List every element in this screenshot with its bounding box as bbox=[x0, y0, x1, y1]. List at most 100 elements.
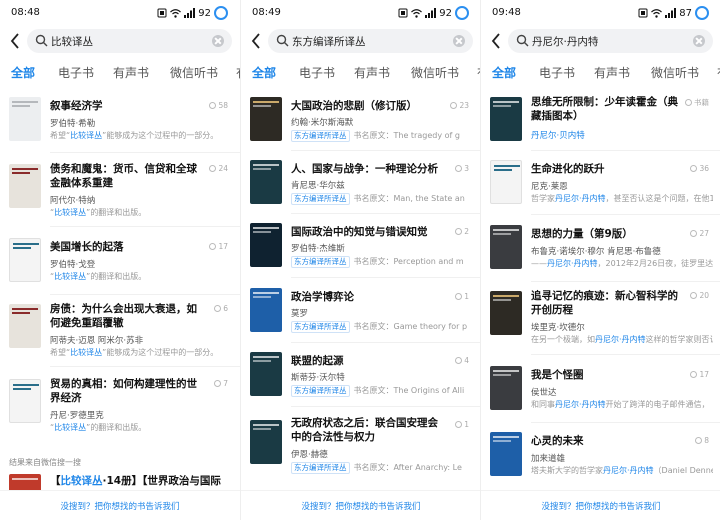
book-snippet: 和同事丹尼尔·丹内特开始了跨洋的电子邮件通信， bbox=[531, 400, 710, 409]
request-book-link[interactable]: 没搜到？把你想找的书告诉我们 bbox=[481, 500, 720, 512]
tab-all[interactable]: 全部 bbox=[11, 64, 35, 81]
clear-search-icon[interactable] bbox=[212, 35, 224, 47]
reader-count: 58 bbox=[209, 101, 228, 110]
request-book-link[interactable]: 没搜到？把你想找的书告诉我们 bbox=[0, 500, 240, 512]
book-author: 丹尼·罗德里克 bbox=[50, 411, 104, 421]
tab-wechat-listen[interactable]: 微信听书 bbox=[411, 64, 459, 81]
series-tag: 东方编译所译丛 bbox=[291, 462, 350, 474]
person-icon bbox=[690, 292, 698, 299]
book-type-badge: 书籍 bbox=[685, 97, 709, 108]
bottom-bar: 没搜到？把你想找的书告诉我们 bbox=[481, 490, 720, 520]
search-row: 东方编译所译丛 bbox=[241, 28, 480, 54]
reader-count: 36 bbox=[690, 164, 709, 173]
search-input[interactable]: 比较译丛 bbox=[27, 29, 232, 53]
book-author: 约翰·米尔斯海默 bbox=[291, 118, 354, 128]
book-title: 生命进化的跃升 bbox=[531, 163, 605, 175]
back-arrow-icon[interactable] bbox=[250, 32, 262, 50]
search-icon bbox=[516, 34, 529, 47]
reader-count: 1 bbox=[455, 292, 469, 301]
book-snippet: 哲学家丹尼尔·丹内特，甚至否认这是个问题，在他1 bbox=[531, 194, 713, 203]
reader-count: 6 bbox=[214, 304, 228, 313]
series-tag: 东方编译所译丛 bbox=[291, 256, 350, 268]
bottom-bar: 没搜到？把你想找的书告诉我们 bbox=[241, 490, 480, 520]
battery-ring-icon bbox=[455, 6, 469, 20]
book-snippet: 塔夫斯大学的哲学家丹尼尔·丹内特（Daniel Dennett） bbox=[531, 466, 713, 475]
reader-count: 27 bbox=[690, 229, 709, 238]
bottom-bar: 没搜到？把你想找的书告诉我们 bbox=[0, 490, 240, 520]
book-author: 罗伯特·杰维斯 bbox=[291, 244, 345, 254]
screenshot-collage: 08:48 92 比较译丛 全部 电子书 有声书 微信听书 有 bbox=[0, 0, 720, 520]
tab-wechat-listen[interactable]: 微信听书 bbox=[170, 64, 218, 81]
book-cover bbox=[490, 432, 522, 476]
book-cover bbox=[490, 160, 522, 204]
wifi-icon bbox=[411, 9, 423, 18]
search-icon bbox=[35, 34, 48, 47]
tab-ebook[interactable]: 电子书 bbox=[539, 64, 575, 81]
book-meta: 东方编译所译丛 书名原文：The tragedy of g bbox=[291, 130, 473, 142]
tab-all[interactable]: 全部 bbox=[252, 64, 276, 81]
battery-level: 87 bbox=[679, 7, 692, 19]
reader-count: 20 bbox=[690, 291, 709, 300]
tab-all[interactable]: 全部 bbox=[492, 64, 516, 81]
book-snippet: “比较译丛”的翻译和出版。 bbox=[50, 208, 147, 217]
search-row: 丹尼尔·丹内特 bbox=[481, 28, 720, 54]
book-meta: 东方编译所译丛 书名原文：Game theory for p bbox=[291, 321, 473, 333]
search-input[interactable]: 东方编译所译丛 bbox=[268, 29, 473, 53]
search-input[interactable]: 丹尼尔·丹内特 bbox=[508, 29, 713, 53]
search-row: 比较译丛 bbox=[0, 28, 240, 54]
alarm-icon bbox=[157, 8, 167, 18]
category-tabs: 全部 电子书 有声书 微信听书 有 bbox=[241, 62, 480, 84]
clear-search-icon[interactable] bbox=[453, 35, 465, 47]
tab-wechat-listen[interactable]: 微信听书 bbox=[651, 64, 699, 81]
book-cover bbox=[250, 420, 282, 464]
category-tabs: 全部 电子书 有声书 微信听书 有 bbox=[481, 62, 720, 84]
person-icon bbox=[214, 380, 222, 387]
person-icon bbox=[209, 243, 217, 250]
book-cover bbox=[9, 97, 41, 141]
book-author: 丹尼尔·贝内特 bbox=[531, 131, 585, 141]
clear-search-icon[interactable] bbox=[693, 35, 705, 47]
battery-ring-icon bbox=[695, 6, 709, 20]
tab-audiobook[interactable]: 有声书 bbox=[113, 64, 149, 81]
book-title: 大国政治的悲剧（修订版） bbox=[291, 100, 417, 112]
book-snippet: 在另一个极端，如丹尼尔·丹内特这样的哲学家则否认 bbox=[531, 335, 713, 344]
category-tabs: 全部 电子书 有声书 微信听书 有 bbox=[0, 62, 240, 84]
book-author: 伊恩·赫德 bbox=[291, 450, 328, 460]
reader-count: 1 bbox=[455, 420, 469, 429]
person-icon bbox=[455, 421, 463, 428]
person-icon bbox=[209, 165, 217, 172]
signal-icon bbox=[665, 8, 677, 18]
book-cover bbox=[490, 97, 522, 141]
back-arrow-icon[interactable] bbox=[9, 32, 21, 50]
book-author: 肯尼思·华尔兹 bbox=[291, 181, 345, 191]
tab-audiobook[interactable]: 有声书 bbox=[354, 64, 390, 81]
status-bar: 09:48 87 bbox=[481, 0, 720, 26]
request-book-link[interactable]: 没搜到？把你想找的书告诉我们 bbox=[241, 500, 480, 512]
book-cover bbox=[250, 352, 282, 396]
screen-1: 08:48 92 比较译丛 全部 电子书 有声书 微信听书 有 bbox=[0, 0, 240, 520]
book-author: 斯蒂芬·沃尔特 bbox=[291, 373, 345, 383]
book-meta: 东方编译所译丛 书名原文：Perception and m bbox=[291, 256, 473, 268]
tab-audiobook[interactable]: 有声书 bbox=[594, 64, 630, 81]
signal-icon bbox=[184, 8, 196, 18]
back-arrow-icon[interactable] bbox=[490, 32, 502, 50]
book-author: 莫罗 bbox=[291, 309, 309, 319]
tab-ebook[interactable]: 电子书 bbox=[299, 64, 335, 81]
person-icon bbox=[214, 305, 222, 312]
reader-count: 23 bbox=[450, 101, 469, 110]
book-title: 我是个怪圈 bbox=[531, 369, 584, 381]
tab-ebook[interactable]: 电子书 bbox=[58, 64, 94, 81]
status-time: 08:48 bbox=[11, 7, 40, 18]
screen-2: 08:49 92 东方编译所译丛 全部 电子书 有声书 微信听书 有 bbox=[240, 0, 480, 520]
series-tag: 东方编译所译丛 bbox=[291, 385, 350, 397]
status-bar: 08:48 92 bbox=[0, 0, 240, 26]
book-cover bbox=[490, 225, 522, 269]
book-cover bbox=[9, 164, 41, 208]
person-icon bbox=[209, 102, 217, 109]
book-title: 国际政治中的知觉与错误知觉 bbox=[291, 226, 428, 238]
reader-count: 17 bbox=[690, 370, 709, 379]
book-cover bbox=[490, 366, 522, 410]
reader-count: 17 bbox=[209, 242, 228, 251]
wifi-icon bbox=[651, 9, 663, 18]
book-title: 政治学博弈论 bbox=[291, 291, 354, 303]
